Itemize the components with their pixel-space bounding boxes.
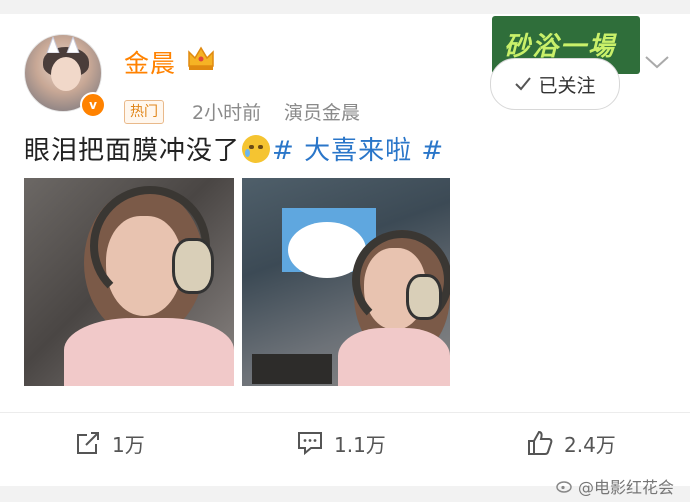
- post-image-2[interactable]: [242, 178, 450, 386]
- crying-face-icon: [242, 134, 271, 163]
- weibo-logo-icon: [556, 481, 572, 493]
- hot-tag: 热门: [124, 100, 164, 124]
- post-text: 眼泪把面膜冲没了: [24, 136, 241, 166]
- post-source[interactable]: 演员金晨: [284, 98, 360, 125]
- cat-ears-icon: [46, 37, 80, 53]
- verified-badge-icon: v: [80, 92, 106, 118]
- like-button[interactable]: 2.4万: [526, 428, 616, 458]
- follow-button[interactable]: 已关注: [490, 58, 620, 110]
- share-button[interactable]: 1万: [74, 428, 145, 458]
- headphone-cup: [406, 274, 442, 320]
- check-icon: [515, 77, 532, 91]
- post-time: 2小时前: [192, 102, 262, 124]
- comment-button[interactable]: 1.1万: [296, 428, 386, 458]
- thumbs-up-icon: [528, 430, 553, 455]
- post-image-1[interactable]: [24, 178, 234, 386]
- author-name[interactable]: 金晨: [124, 44, 176, 80]
- crown-icon: [188, 46, 214, 70]
- comment-icon: [298, 432, 322, 456]
- image-body: [64, 318, 234, 386]
- share-icon: [77, 432, 99, 454]
- post-content: 眼泪把面膜冲没了 # 大喜来啦 #: [24, 130, 444, 167]
- chevron-down-icon[interactable]: [644, 54, 670, 70]
- watermark-text: @电影红花会: [578, 478, 675, 497]
- avatar-face: [51, 57, 81, 91]
- comment-count: 1.1万: [334, 432, 386, 457]
- post-hashtag[interactable]: # 大喜来啦 #: [272, 130, 444, 167]
- watermark: @电影红花会: [556, 474, 674, 498]
- share-count: 1万: [112, 432, 145, 457]
- image-body: [338, 328, 450, 386]
- like-count: 2.4万: [564, 432, 616, 457]
- weibo-post-card: v 金晨 热门 2小时前 演员金晨 砂浴一場 已关注 眼泪把面膜冲没了 # 大喜…: [0, 14, 690, 486]
- action-divider: [0, 412, 690, 413]
- mixing-console: [252, 354, 332, 384]
- headphone-cup: [172, 238, 214, 294]
- follow-label: 已关注: [538, 74, 596, 97]
